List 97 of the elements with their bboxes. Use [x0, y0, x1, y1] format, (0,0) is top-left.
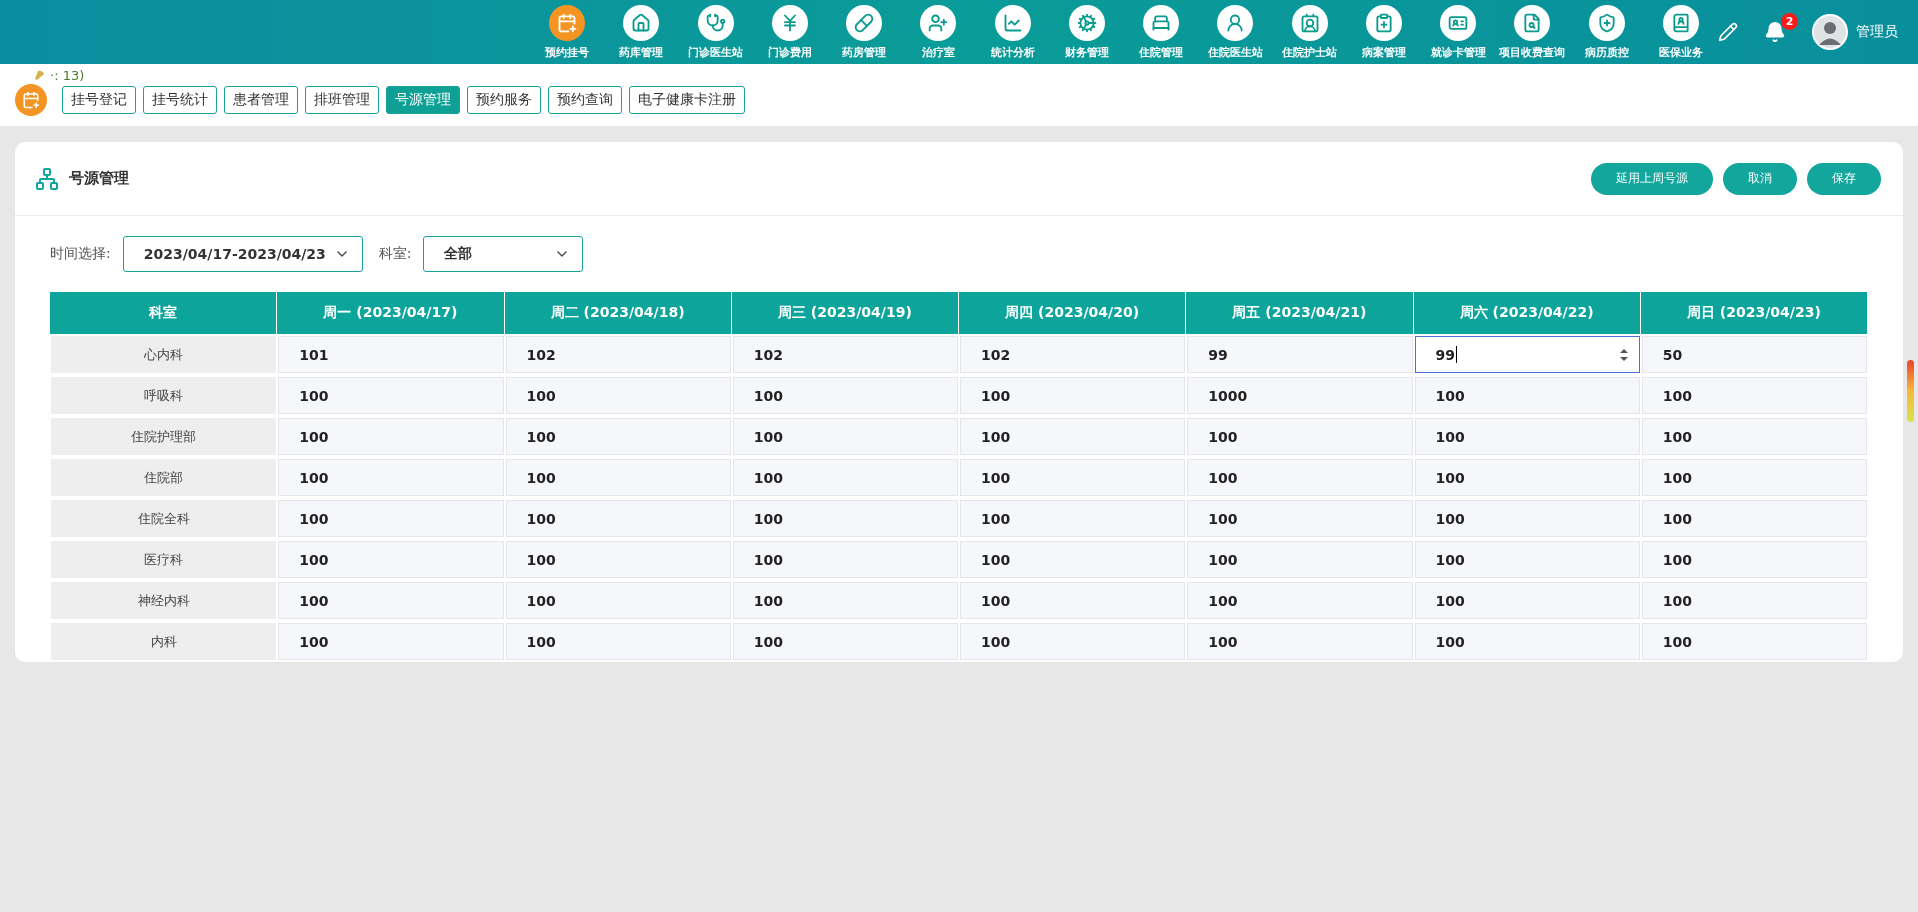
tab[interactable]: 预约服务 [467, 86, 541, 114]
number-field[interactable]: 100 [1641, 582, 1867, 619]
number-field[interactable]: 1000 [1187, 377, 1413, 414]
column-header: 周一 (2023/04/17) [277, 292, 505, 334]
number-field[interactable]: 100 [1641, 418, 1867, 455]
number-field[interactable]: 102 [732, 336, 958, 373]
number-field[interactable]: 99 [1187, 336, 1413, 373]
department-cell: 内科 [51, 623, 277, 660]
number-field[interactable]: 100 [278, 418, 504, 455]
column-header: 周六 (2023/04/22) [1413, 292, 1641, 334]
number-field[interactable]: 100 [732, 418, 958, 455]
number-field[interactable]: 100 [1187, 459, 1413, 496]
column-header: 科室 [50, 292, 278, 334]
tab[interactable]: 患者管理 [224, 86, 298, 114]
status-text: ·: 13) [50, 67, 85, 83]
nav-item[interactable]: 住院护士站 [1272, 0, 1347, 64]
number-field[interactable]: 100 [732, 500, 958, 537]
number-field[interactable]: 50 [1641, 336, 1867, 373]
number-field[interactable]: 100 [278, 541, 504, 578]
number-field[interactable]: 100 [960, 582, 1186, 619]
department-cell: 神经内科 [51, 582, 277, 619]
select-field[interactable]: 全部 [423, 236, 584, 272]
number-field[interactable]: 100 [1414, 377, 1640, 414]
nav-item[interactable]: 病案管理 [1346, 0, 1421, 64]
number-field[interactable]: 100 [1187, 418, 1413, 455]
nav-item[interactable]: 医保业务 [1643, 0, 1718, 64]
department-cell: 住院护理部 [51, 418, 277, 455]
number-field[interactable]: 100 [278, 582, 504, 619]
number-field[interactable]: 100 [278, 377, 504, 414]
number-field[interactable]: 100 [732, 377, 958, 414]
column-header: 周二 (2023/04/18) [504, 292, 732, 334]
number-field[interactable]: 100 [505, 418, 731, 455]
number-field[interactable]: 100 [1641, 500, 1867, 537]
number-field[interactable]: 100 [505, 459, 731, 496]
number-field[interactable]: 100 [505, 582, 731, 619]
number-field[interactable]: 100 [960, 377, 1186, 414]
number-field[interactable]: 100 [1641, 623, 1867, 660]
nav-item[interactable]: 预约挂号 [530, 0, 605, 64]
number-field[interactable]: 100 [960, 623, 1186, 660]
number-field[interactable]: 100 [732, 623, 958, 660]
number-field[interactable]: 100 [1414, 418, 1640, 455]
number-field[interactable]: 99 [1414, 336, 1640, 373]
column-header: 周三 (2023/04/19) [731, 292, 959, 334]
number-field[interactable]: 100 [505, 623, 731, 660]
nav-item[interactable]: 项目收费查询 [1495, 0, 1570, 64]
select-field[interactable]: 2023/04/17-2023/04/23 [122, 236, 363, 272]
number-field[interactable]: 100 [1187, 582, 1413, 619]
panel-title: 号源管理 [69, 169, 129, 188]
number-field[interactable]: 100 [732, 541, 958, 578]
number-field[interactable]: 100 [1641, 541, 1867, 578]
filter-label: 科室: [378, 245, 412, 263]
number-field[interactable]: 100 [1641, 377, 1867, 414]
number-field[interactable]: 100 [1187, 500, 1413, 537]
column-header: 周日 (2023/04/23) [1640, 292, 1868, 334]
department-cell: 心内科 [51, 336, 277, 373]
number-field[interactable]: 100 [1414, 500, 1640, 537]
number-field[interactable]: 102 [960, 336, 1186, 373]
department-cell: 医疗科 [51, 541, 277, 578]
column-header: 周四 (2023/04/20) [959, 292, 1187, 334]
number-field[interactable]: 100 [278, 459, 504, 496]
user-name[interactable]: 管理员 [1856, 23, 1898, 41]
number-field[interactable]: 100 [960, 541, 1186, 578]
number-field[interactable]: 100 [278, 500, 504, 537]
number-field[interactable]: 100 [505, 500, 731, 537]
column-header: 周五 (2023/04/21) [1186, 292, 1414, 334]
nav-item[interactable]: 就诊卡管理 [1421, 0, 1496, 64]
number-field[interactable]: 100 [278, 623, 504, 660]
tab[interactable]: 电子健康卡注册 [629, 86, 745, 114]
department-cell: 呼吸科 [51, 377, 277, 414]
number-field[interactable]: 100 [1414, 541, 1640, 578]
notification-badge: 2 [1781, 13, 1798, 30]
tab[interactable]: 排班管理 [305, 86, 379, 114]
number-field[interactable]: 100 [732, 582, 958, 619]
number-field[interactable]: 100 [960, 418, 1186, 455]
nav-item[interactable]: 住院医生站 [1198, 0, 1273, 64]
number-field[interactable]: 100 [1187, 623, 1413, 660]
number-field[interactable]: 100 [1414, 623, 1640, 660]
number-field[interactable]: 100 [960, 500, 1186, 537]
tab[interactable]: 预约查询 [548, 86, 622, 114]
number-field[interactable]: 102 [505, 336, 731, 373]
number-field[interactable]: 100 [1414, 582, 1640, 619]
nav-item[interactable]: 门诊医生站 [678, 0, 753, 64]
number-field[interactable]: 100 [732, 459, 958, 496]
department-cell: 住院部 [51, 459, 277, 496]
tab[interactable]: 挂号统计 [143, 86, 217, 114]
filter-label: 时间选择: [50, 245, 111, 263]
nav-item[interactable]: 药库管理 [604, 0, 679, 64]
number-field[interactable]: 101 [278, 336, 504, 373]
number-field[interactable]: 100 [505, 377, 731, 414]
number-field[interactable]: 100 [1414, 459, 1640, 496]
nav-item[interactable]: 病历质控 [1569, 0, 1644, 64]
number-field[interactable]: 100 [960, 459, 1186, 496]
number-field[interactable]: 100 [1641, 459, 1867, 496]
department-cell: 住院全科 [51, 500, 277, 537]
number-field[interactable]: 100 [505, 541, 731, 578]
tab[interactable]: 挂号登记 [62, 86, 136, 114]
number-field[interactable]: 100 [1187, 541, 1413, 578]
